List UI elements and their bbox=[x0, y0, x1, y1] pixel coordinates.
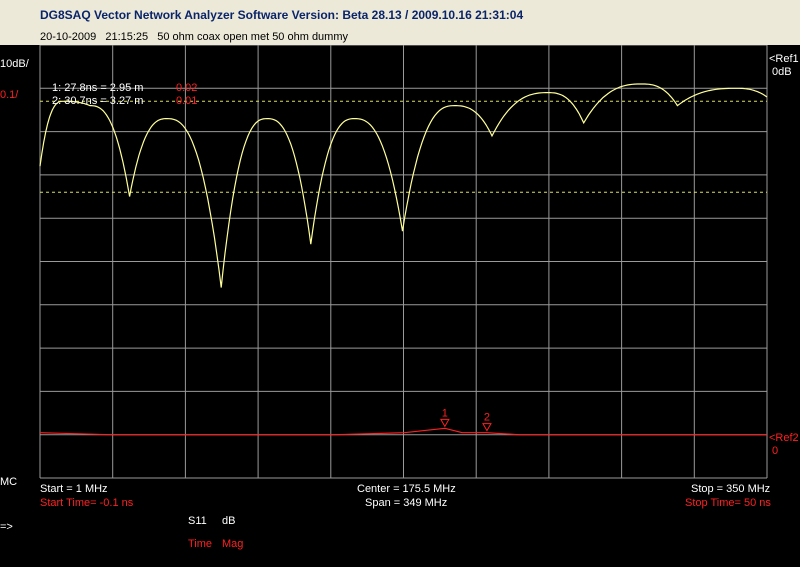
ref2-label: <Ref2 bbox=[769, 432, 799, 444]
start-time: Start Time= -0.1 ns bbox=[40, 497, 134, 509]
marker-readout-2: 2: 30.7ns = 3.27 m bbox=[52, 95, 144, 107]
marker-2-triangle bbox=[482, 423, 492, 432]
span-frequency: Span = 349 MHz bbox=[365, 497, 448, 509]
info-bar: 20-10-2009 21:15:25 50 ohm coax open met… bbox=[0, 30, 800, 45]
info-text: 20-10-2009 21:15:25 50 ohm coax open met… bbox=[40, 31, 354, 43]
ref1-label: <Ref1 bbox=[769, 53, 799, 65]
info-time: 21:15:25 bbox=[105, 31, 149, 43]
trace-time-label[interactable]: Time bbox=[188, 538, 212, 551]
trace-mag-label[interactable]: Mag bbox=[222, 538, 243, 551]
marker-2-tag: 2 bbox=[484, 412, 490, 424]
ref2-value: 0 bbox=[772, 445, 779, 457]
start-frequency: Start = 1 MHz bbox=[40, 483, 108, 495]
ref1-value: 0dB bbox=[772, 66, 792, 78]
trace-s11-label[interactable]: S11 bbox=[188, 515, 207, 528]
arrow-label: => bbox=[0, 521, 13, 533]
scale-left-mag: 0.1/ bbox=[0, 89, 19, 101]
center-frequency: Center = 175.5 MHz bbox=[357, 483, 456, 495]
marker-1-tag: 1 bbox=[442, 407, 448, 419]
marker-value-2: 0.01 bbox=[176, 95, 198, 107]
info-description: 50 ohm coax open met 50 ohm dummy bbox=[157, 31, 348, 43]
mc-label: MC bbox=[0, 476, 18, 488]
marker-readout-1: 1: 27.8ns = 2.95 m bbox=[52, 82, 144, 94]
marker-1-triangle bbox=[439, 418, 450, 428]
scale-left-dB: 10dB/ bbox=[0, 58, 29, 70]
stop-frequency: Stop = 350 MHz bbox=[691, 483, 771, 495]
stop-time: Stop Time= 50 ns bbox=[685, 497, 771, 509]
marker-value-1: 0.02 bbox=[176, 82, 198, 94]
info-date: 20-10-2009 bbox=[40, 31, 97, 43]
trace-db-label[interactable]: dB bbox=[222, 515, 235, 528]
app-title: DG8SAQ Vector Network Analyzer Software … bbox=[40, 8, 524, 22]
title-bar: DG8SAQ Vector Network Analyzer Software … bbox=[0, 0, 800, 31]
